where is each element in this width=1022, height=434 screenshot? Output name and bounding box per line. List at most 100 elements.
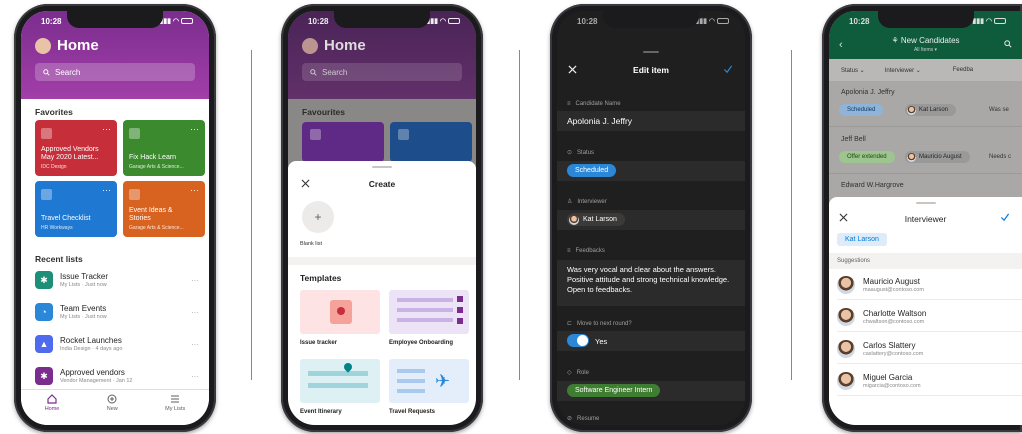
favorite-card[interactable]: ··· Event Ideas & Stories Garage Arts & … (123, 181, 205, 237)
lists-icon (171, 395, 180, 403)
row-name: Edward W.Hargrove (841, 182, 904, 189)
template-card[interactable]: Event Itinerary (300, 359, 380, 421)
template-card[interactable]: ✈ Travel Requests (389, 359, 469, 421)
page-title: Home (302, 37, 366, 54)
list-meta: My Lists · Just now (60, 314, 107, 320)
list-item[interactable]: ✱ Approved vendors Vendor Management · Ja… (35, 363, 199, 389)
column-interviewer[interactable]: Interviewer ⌄ (885, 67, 921, 74)
search-icon[interactable] (1004, 40, 1012, 48)
feedback-preview: Was se (989, 107, 1009, 113)
row-name: Apolonia J. Jeffry (841, 89, 895, 96)
sheet-grabber[interactable] (643, 51, 659, 53)
role-chip[interactable]: Software Engineer Intern (567, 384, 661, 397)
toggle-icon: ⊏ (567, 321, 573, 327)
list-item[interactable]: ▲ Rocket Launches India Design · 4 days a… (35, 331, 199, 357)
search-input[interactable]: Search (35, 63, 195, 81)
more-icon[interactable]: ··· (102, 185, 111, 195)
tab-my-lists[interactable]: My Lists (165, 394, 185, 425)
plane-icon (129, 128, 140, 139)
more-icon[interactable]: ··· (190, 185, 199, 195)
suggestion-item[interactable]: Miguel Garcia migarcia@contoso.com (837, 366, 1022, 396)
tab-new[interactable]: New (107, 394, 118, 425)
list-meta: India Design · 4 days ago (60, 346, 123, 352)
interviewer-label: ♙ Interviewer (567, 198, 607, 206)
template-label: Employee Onboarding (389, 340, 454, 346)
more-icon[interactable]: ··· (191, 308, 199, 317)
sheet-grabber[interactable] (372, 166, 392, 168)
selected-interviewer-chip[interactable]: Kat Larson (837, 233, 887, 246)
bug-icon: ✱ (35, 367, 53, 385)
suggestion-item[interactable]: Mauricio August maaugust@contoso.com (837, 270, 1022, 300)
avatar (837, 371, 855, 390)
template-label: Issue tracker (300, 340, 338, 346)
attachment-icon: ⊘ (567, 416, 573, 422)
favorite-card[interactable]: ··· Fix Hack Learn Garage Arts & Science… (123, 120, 205, 176)
person-icon: ♙ (567, 199, 573, 205)
status-chip[interactable]: Scheduled (567, 164, 617, 177)
cube-icon (41, 189, 52, 200)
tab-bar: Home New My Lists (21, 389, 209, 425)
suggestion-item[interactable]: Carlos Slattery caslattery@contoso.com (837, 334, 1022, 364)
blank-list-label: Blank list (300, 241, 323, 247)
checkmark-icon[interactable] (1000, 213, 1010, 222)
bug-icon: ✱ (35, 271, 53, 289)
notch (877, 11, 974, 28)
column-feedback[interactable]: Feedba (953, 67, 973, 73)
table-row[interactable]: Apolonia J. Jeffry Scheduled Kat Larson … (829, 81, 1022, 127)
favorite-title: Approved Vendors May 2020 Latest... (41, 146, 99, 161)
more-icon[interactable]: ··· (102, 124, 111, 134)
employee-onboarding-thumbnail (389, 290, 469, 334)
favorites-heading: Favorites (35, 107, 73, 117)
bug-icon (337, 307, 345, 315)
more-icon[interactable]: ··· (191, 372, 199, 381)
column-headers: Status ⌄ Interviewer ⌄ Feedba (829, 59, 1022, 81)
search-placeholder: Search (322, 67, 348, 77)
view-selector[interactable]: All Items ▾ (829, 47, 1022, 53)
field-value: Apolonia J. Jeffry (567, 116, 633, 126)
more-icon[interactable]: ··· (190, 124, 199, 134)
screen-edit-item: 10:28 ▮▮▮ ◠ Edit item ≡ Candidate Name Ap… (557, 11, 745, 425)
notch (67, 11, 163, 28)
status-time: 10:28 (849, 16, 870, 26)
candidate-name-field[interactable]: Apolonia J. Jeffry (557, 111, 745, 131)
avatar[interactable] (35, 37, 51, 54)
table-row[interactable]: Jeff Bell Offer extended Mauricio August… (829, 128, 1022, 174)
sheet-title: Create (368, 179, 396, 189)
tag-icon: ◇ (567, 370, 572, 376)
suggestion-email: migarcia@contoso.com (863, 382, 921, 389)
favorite-card[interactable]: ··· Travel Checklist HR Workways (35, 181, 117, 237)
move-toggle[interactable] (567, 334, 589, 347)
field-value: Was very vocal and clear about the answe… (567, 265, 730, 294)
feedbacks-field[interactable]: Was very vocal and clear about the answe… (557, 260, 745, 306)
avatar (907, 152, 916, 162)
checkmark-icon[interactable] (723, 65, 733, 74)
favorite-subtitle: IDC Design (41, 164, 67, 170)
blank-list-button[interactable]: + (302, 201, 334, 233)
template-card[interactable]: Issue tracker (300, 290, 380, 352)
move-value: Yes (595, 337, 608, 346)
avatar (907, 105, 916, 115)
sheet-grabber[interactable] (915, 202, 936, 204)
interviewer-chip[interactable]: Kat Larson (567, 213, 625, 226)
avatar (837, 275, 855, 294)
candidate-name-label: ≡ Candidate Name (567, 101, 621, 107)
list-item[interactable]: ✱ Issue Tracker My Lists · Just now ··· (35, 267, 199, 293)
home-icon (47, 394, 57, 404)
favorites-heading: Favourites (302, 107, 345, 117)
interviewer-name: Kat Larson (919, 107, 949, 113)
header-bar (557, 39, 745, 40)
templates-heading: Templates (300, 273, 342, 283)
template-card[interactable]: Employee Onboarding (389, 290, 469, 352)
tab-home[interactable]: Home (45, 394, 59, 425)
phone-interviewer-picker: 10:28 ▮▮▮ ◠ ‹ ⚘ New Candidates All Items… (822, 4, 1022, 432)
favorite-card[interactable]: ··· Approved Vendors May 2020 Latest... … (35, 120, 117, 176)
suggestion-item[interactable]: Charlotte Waltson chwaltson@contoso.com (837, 302, 1022, 332)
favorite-title: Fix Hack Learn (129, 154, 177, 161)
status-icon: ⊙ (567, 150, 573, 156)
list-item[interactable]: ◔ Team Events My Lists · Just now ··· (35, 299, 199, 325)
tab-label: New (106, 406, 118, 412)
more-icon[interactable]: ··· (191, 276, 199, 285)
feedback-preview: Needs c (989, 154, 1012, 160)
more-icon[interactable]: ··· (191, 340, 199, 349)
column-status[interactable]: Status ⌄ (841, 67, 865, 74)
